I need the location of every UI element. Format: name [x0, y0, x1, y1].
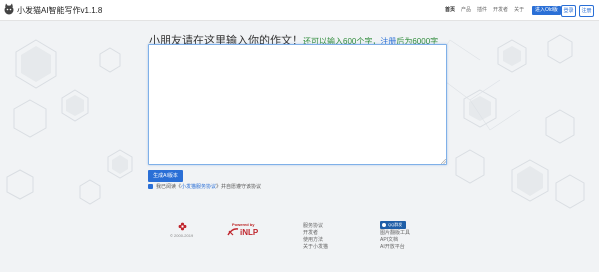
cat-logo-icon — [4, 3, 14, 15]
agreement-row: 我已阅读《 小发猫服务协议 》并自愿遵守该协议 — [148, 183, 261, 190]
inlp-swoosh-icon — [227, 228, 239, 236]
footer-link-api-docs[interactable]: API文档 — [380, 237, 410, 244]
footer-link-about[interactable]: 关于小发猫 — [303, 244, 328, 251]
agreement-prefix: 我已阅读《 — [156, 184, 182, 190]
inlp-brand-text: iNLP — [240, 228, 259, 237]
copyright-text: © 2000-2019 — [170, 233, 194, 238]
register-button[interactable]: 注册 — [579, 5, 594, 17]
nav-home[interactable]: 首页 — [445, 6, 455, 13]
nav-products[interactable]: 产品 — [461, 6, 471, 13]
nav-about[interactable]: 关于 — [514, 6, 524, 13]
footer-link-developers[interactable]: 开发者 — [303, 230, 328, 237]
top-navigation-bar: 小发猫AI智能写作v1.1.8 首页 产品 插件 开发者 关于 进入Old版 登… — [0, 0, 599, 21]
service-agreement-link[interactable]: 小发猫服务协议 — [181, 183, 216, 190]
footer-link-service-agreement[interactable]: 服务协议 — [303, 223, 328, 230]
qq-icon — [382, 223, 386, 227]
agree-checkbox[interactable] — [148, 184, 153, 189]
qq-group-badge[interactable]: QQ群发 — [380, 221, 406, 229]
flower-logo-icon — [178, 222, 187, 231]
agreement-suffix: 》并自愿遵守该协议 — [216, 184, 262, 190]
resize-handle-icon[interactable] — [441, 159, 446, 164]
nav-developers[interactable]: 开发者 — [493, 6, 508, 13]
qq-badge-label: QQ群发 — [388, 222, 403, 227]
essay-textarea[interactable] — [148, 44, 447, 165]
footer-link-ai-platform[interactable]: AI开放平台 — [380, 244, 410, 251]
login-button[interactable]: 登录 — [561, 5, 576, 17]
powered-by-logo: Powered by iNLP — [227, 222, 261, 237]
enter-old-version-button[interactable]: 进入Old版 — [532, 6, 561, 15]
footer-link-image-tool[interactable]: 图片翻版工具 — [380, 230, 410, 237]
generate-ai-version-button[interactable]: 生成AI版本 — [148, 170, 183, 182]
app-title: 小发猫AI智能写作v1.1.8 — [17, 6, 103, 15]
footer-link-usage[interactable]: 使用方法 — [303, 237, 328, 244]
footer-links-col2: 图片翻版工具 API文档 AI开放平台 — [380, 230, 410, 251]
footer-links-col1: 服务协议 开发者 使用方法 关于小发猫 — [303, 223, 328, 251]
nav-plugins[interactable]: 插件 — [477, 6, 487, 13]
main-nav: 首页 产品 插件 开发者 关于 — [445, 6, 524, 13]
